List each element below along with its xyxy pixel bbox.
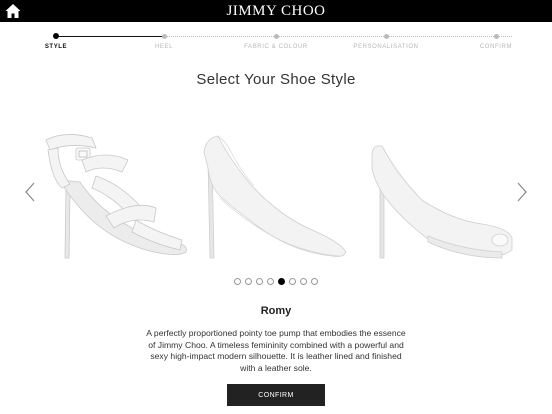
brand-logo: JIMMY CHOO: [226, 3, 326, 19]
step-label: HEEL: [154, 44, 174, 50]
step-confirm[interactable]: CONFIRM: [441, 28, 551, 50]
pointy-pump-image[interactable]: [200, 120, 350, 270]
pager-dot-active[interactable]: [278, 278, 285, 285]
step-label: STYLE: [44, 44, 68, 50]
step-label: PERSONALISATION: [353, 44, 419, 50]
step-label: CONFIRM: [479, 44, 513, 50]
strappy-sandal-image[interactable]: [36, 120, 196, 270]
step-style[interactable]: STYLE: [1, 28, 111, 50]
step-label: FABRIC & COLOUR: [244, 44, 308, 50]
pager-dot[interactable]: [245, 278, 252, 285]
shoe-carousel: [36, 120, 516, 270]
pager-dot[interactable]: [300, 278, 307, 285]
confirm-button[interactable]: CONFIRM: [227, 384, 325, 406]
step-heel[interactable]: HEEL: [109, 28, 219, 50]
pager-dot[interactable]: [267, 278, 274, 285]
step-personalisation[interactable]: PERSONALISATION: [331, 28, 441, 50]
step-dot: [493, 34, 499, 39]
top-bar: JIMMY CHOO: [0, 0, 552, 22]
pager-dot[interactable]: [234, 278, 241, 285]
pager-dot[interactable]: [311, 278, 318, 285]
step-dot: [383, 34, 389, 39]
step-dot: [53, 33, 59, 39]
page-title: Select Your Shoe Style: [196, 71, 356, 88]
carousel-pager: [0, 278, 552, 286]
step-fabric-colour[interactable]: FABRIC & COLOUR: [221, 28, 331, 50]
selected-shoe-name: Romy: [260, 305, 292, 317]
step-dot: [273, 34, 279, 39]
shoe-description: A perfectly proportioned pointy toe pump…: [146, 328, 406, 373]
step-dot: [161, 34, 167, 39]
peep-toe-platform-image[interactable]: [362, 120, 516, 270]
pager-dot[interactable]: [256, 278, 263, 285]
chevron-right-icon[interactable]: [514, 180, 530, 204]
pager-dot[interactable]: [289, 278, 296, 285]
step-progress: STYLE HEEL FABRIC & COLOUR PERSONALISATI…: [0, 28, 552, 58]
